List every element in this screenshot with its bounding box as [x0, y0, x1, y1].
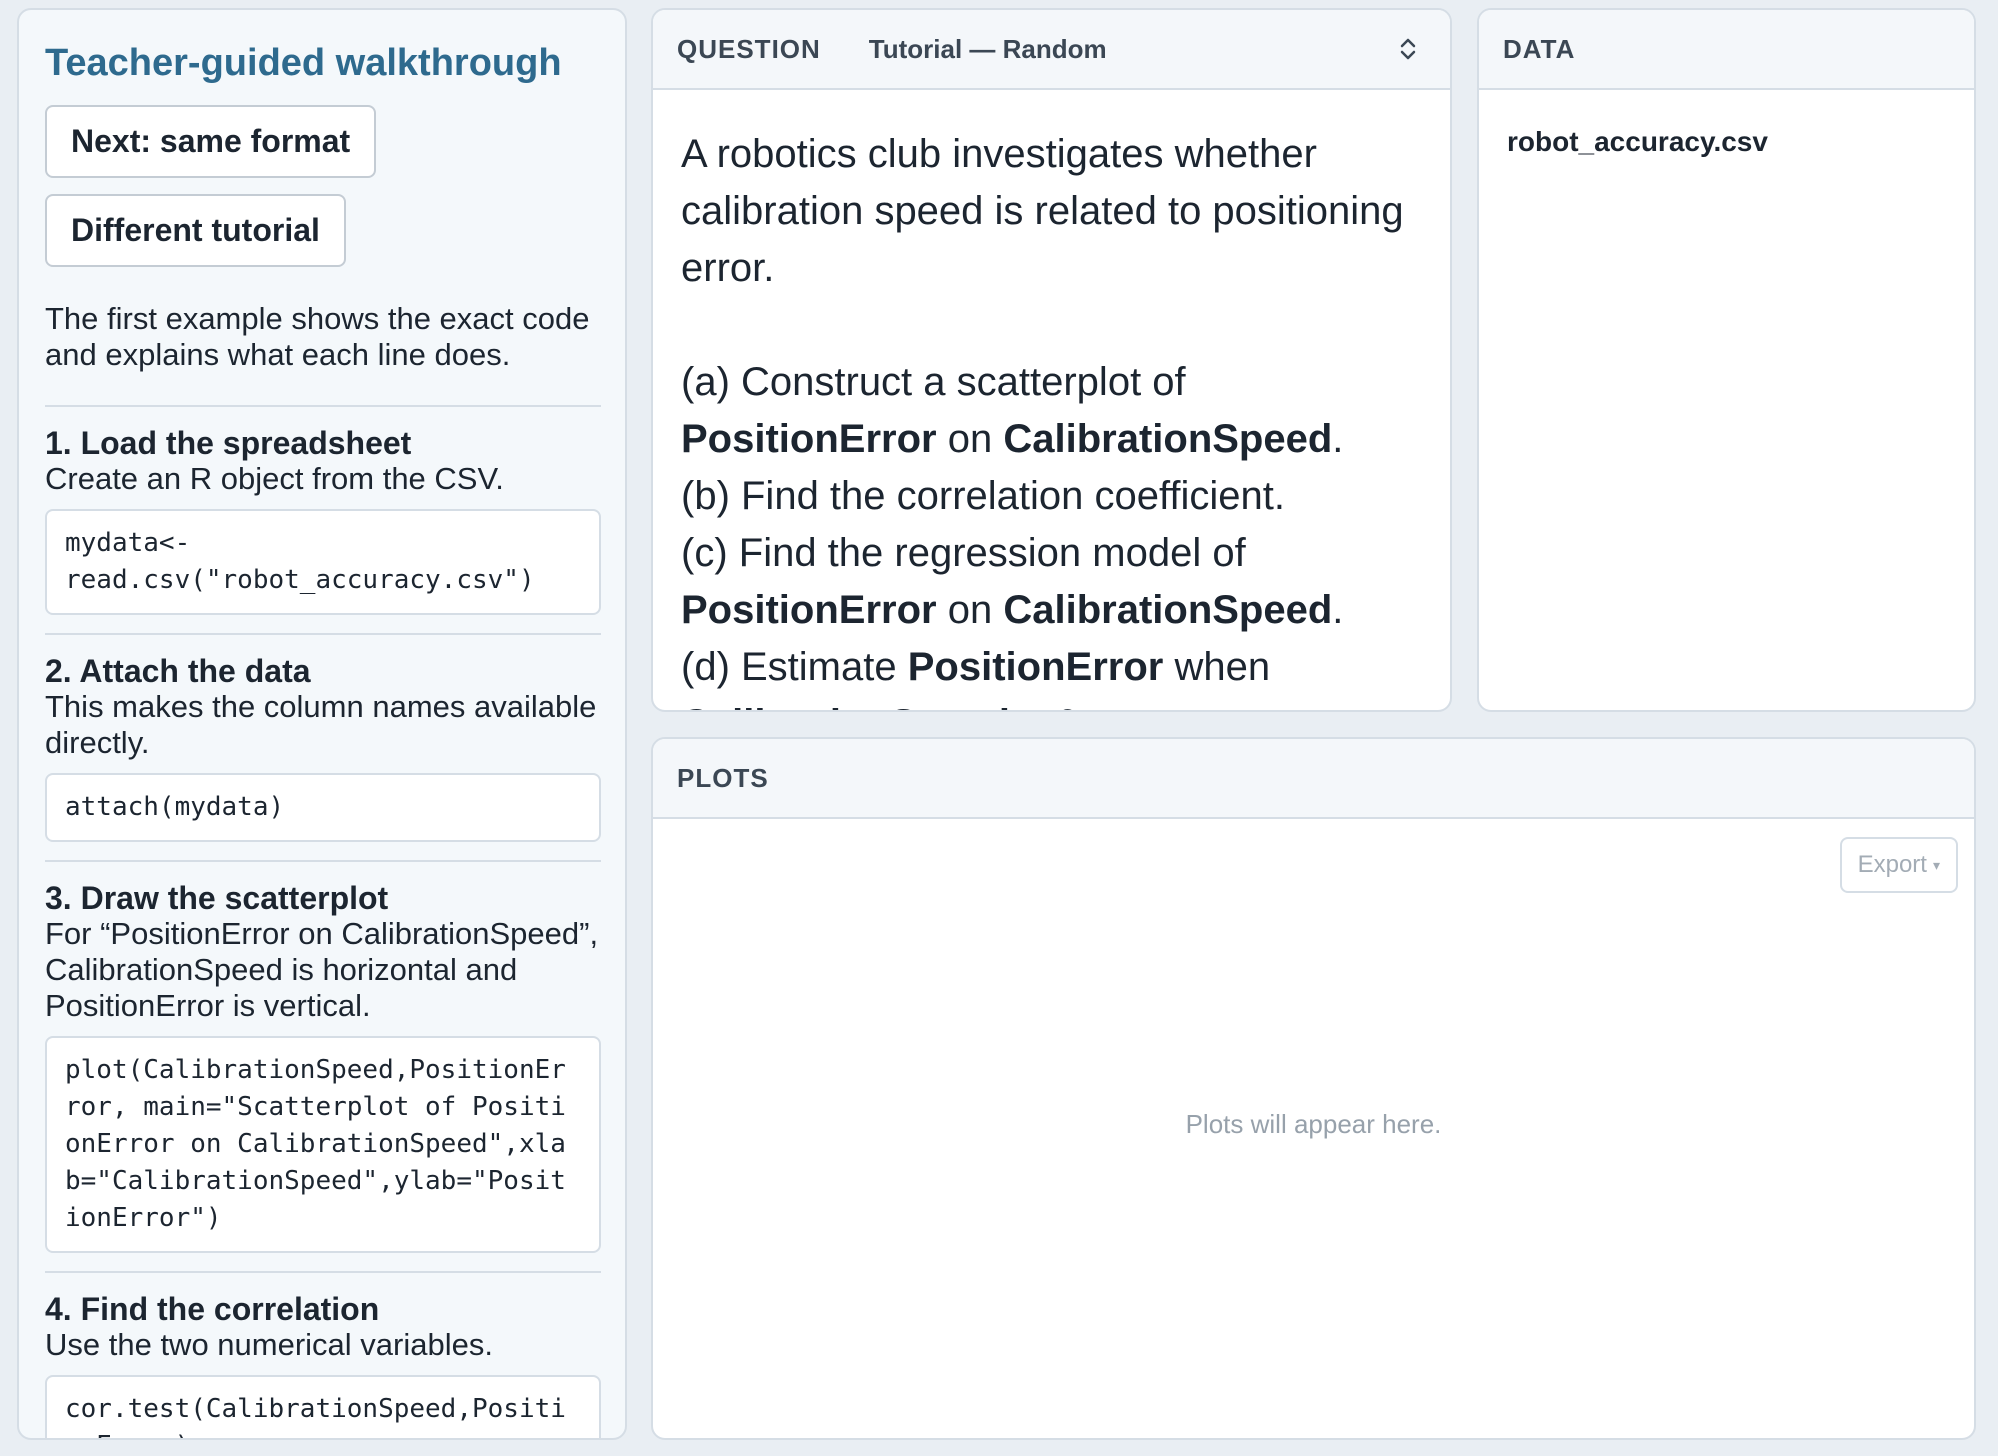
- code-block[interactable]: cor.test(CalibrationSpeed,PositionError): [45, 1375, 601, 1438]
- period: .: [1332, 417, 1344, 461]
- walkthrough-intro: The first example shows the exact code a…: [45, 301, 590, 372]
- data-panel: DATA robot_accuracy.csv: [1477, 8, 1976, 712]
- step-description: For “PositionError on CalibrationSpeed”,…: [45, 916, 599, 1023]
- step-heading: 4. Find the correlation: [45, 1291, 380, 1327]
- question-text: A robotics club investigates whether cal…: [653, 90, 1450, 710]
- on-word: on: [947, 417, 993, 461]
- part-d-text: (d) Estimate: [681, 645, 897, 689]
- plots-header: PLOTS: [653, 739, 1974, 819]
- explanatory-variable: CalibrationSpeed: [1003, 417, 1333, 461]
- tutorial-select-value: Tutorial — Random: [868, 33, 1107, 64]
- step-heading: 1. Load the spreadsheet: [45, 425, 412, 461]
- response-variable: PositionError: [907, 645, 1164, 689]
- data-header: DATA: [1479, 10, 1974, 90]
- step-description: Create an R object from the CSV.: [45, 461, 504, 496]
- part-a-text: (a) Construct a scatterplot of: [681, 360, 1186, 404]
- question-header: QUESTION Tutorial — Random: [653, 10, 1450, 90]
- step-description: Use the two numerical variables.: [45, 1327, 493, 1362]
- export-button[interactable]: Export ▾: [1839, 837, 1958, 893]
- step-heading: 2. Attach the data: [45, 653, 311, 689]
- caret-down-icon: ▾: [1932, 857, 1940, 874]
- export-button-label: Export: [1857, 851, 1927, 878]
- data-label: DATA: [1503, 33, 1576, 64]
- data-file-name[interactable]: robot_accuracy.csv: [1479, 90, 1974, 194]
- response-variable: PositionError: [681, 588, 937, 632]
- plots-placeholder: Plots will appear here.: [1185, 1109, 1442, 1139]
- question-panel: QUESTION Tutorial — Random A robotics cl…: [651, 8, 1452, 712]
- next-same-format-button[interactable]: Next: same format: [45, 105, 377, 178]
- step-description: This makes the column names available di…: [45, 689, 597, 760]
- part-d-tail: = 6.: [1021, 702, 1089, 710]
- part-c-text: (c) Find the regression model of: [681, 531, 1246, 575]
- step-draw-scatterplot: 3. Draw the scatterplot For “PositionErr…: [45, 862, 601, 1271]
- question-label: QUESTION: [677, 33, 821, 64]
- step-load-spreadsheet: 1. Load the spreadsheet Create an R obje…: [45, 407, 601, 633]
- question-part-d: (d) Estimate PositionError when Calibrat…: [681, 639, 1422, 710]
- when-word: when: [1174, 645, 1271, 689]
- code-block[interactable]: mydata<- read.csv("robot_accuracy.csv"): [45, 509, 601, 615]
- step-heading: 3. Draw the scatterplot: [45, 880, 389, 916]
- sidebar-title: Teacher-guided walkthrough: [45, 42, 562, 84]
- different-tutorial-button[interactable]: Different tutorial: [45, 194, 346, 267]
- explanatory-variable: CalibrationSpeed: [681, 702, 1010, 710]
- plots-panel: PLOTS Export ▾ Plots will appear here.: [651, 737, 1976, 1440]
- question-part-b: (b) Find the correlation coefficient.: [681, 474, 1286, 518]
- plots-label: PLOTS: [677, 762, 769, 793]
- code-block[interactable]: attach(mydata): [45, 773, 601, 842]
- tutorial-select[interactable]: Tutorial — Random: [869, 34, 1426, 65]
- tutorial-sidebar: Teacher-guided walkthrough Next: same fo…: [17, 8, 627, 1440]
- step-attach-data: 2. Attach the data This makes the column…: [45, 635, 601, 860]
- period: .: [1332, 588, 1344, 632]
- question-intro: A robotics club investigates whether cal…: [681, 132, 1404, 290]
- chevron-up-down-icon: [1400, 38, 1416, 60]
- explanatory-variable: CalibrationSpeed: [1003, 588, 1333, 632]
- response-variable: PositionError: [681, 417, 937, 461]
- step-find-correlation: 4. Find the correlation Use the two nume…: [45, 1273, 601, 1438]
- question-part-c: (c) Find the regression model of Positio…: [681, 525, 1422, 639]
- on-word: on: [947, 588, 993, 632]
- code-block[interactable]: plot(CalibrationSpeed,PositionError, mai…: [45, 1036, 601, 1253]
- question-part-a: (a) Construct a scatterplot of PositionE…: [681, 354, 1422, 468]
